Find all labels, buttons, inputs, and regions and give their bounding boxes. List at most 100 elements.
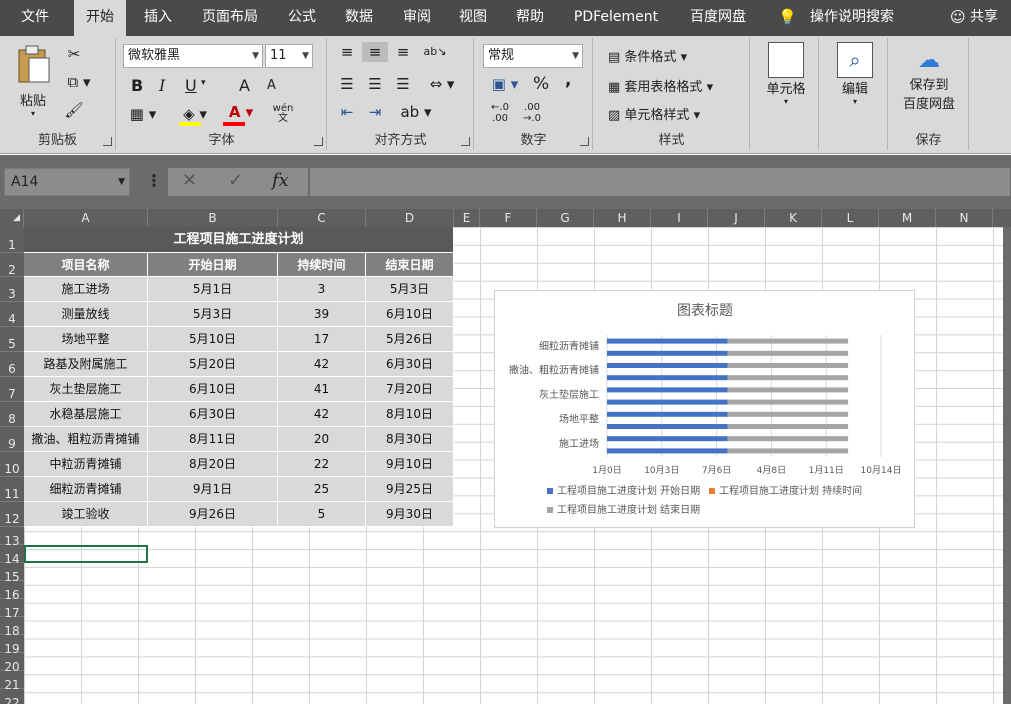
table-cell[interactable]: 场地平整: [24, 327, 148, 352]
table-cell[interactable]: 6月10日: [366, 302, 454, 327]
conditional-format-button[interactable]: ▤ 条件格式 ▾: [608, 46, 687, 65]
phonetic-guide-button[interactable]: wén 文: [267, 104, 299, 124]
underline-button[interactable]: U: [185, 76, 197, 95]
table-cell[interactable]: 9月1日: [148, 477, 278, 502]
row-header[interactable]: 15: [0, 563, 24, 584]
font-launcher-icon[interactable]: .: [314, 137, 323, 146]
row-header[interactable]: 11: [0, 477, 24, 502]
table-cell[interactable]: 6月10日: [148, 377, 278, 402]
column-header[interactable]: I: [651, 209, 708, 227]
align-center-icon[interactable]: ☰: [362, 74, 388, 94]
align-bottom-icon[interactable]: ≡: [390, 42, 416, 62]
vertical-scrollbar[interactable]: [1003, 227, 1011, 704]
table-cell[interactable]: 8月11日: [148, 427, 278, 452]
column-header[interactable]: L: [822, 209, 879, 227]
font-size-select[interactable]: 11 ▼: [265, 44, 313, 68]
copy-icon[interactable]: ⧉ ▾: [62, 72, 96, 92]
tab-3[interactable]: 页面布局: [192, 0, 268, 36]
table-cell[interactable]: 5月26日: [366, 327, 454, 352]
table-cell[interactable]: 6月30日: [148, 402, 278, 427]
table-cell[interactable]: 9月26日: [148, 502, 278, 527]
row-header[interactable]: 19: [0, 635, 24, 656]
table-cell[interactable]: 25: [278, 477, 366, 502]
font-color-icon[interactable]: A ▾: [221, 102, 261, 122]
select-all-corner[interactable]: ◢: [0, 209, 24, 227]
row-header[interactable]: 10: [0, 452, 24, 477]
row-header[interactable]: 7: [0, 377, 24, 402]
align-right-icon[interactable]: ☰: [390, 74, 416, 94]
format-painter-icon[interactable]: 🖌: [62, 100, 86, 120]
percent-button[interactable]: %: [533, 74, 549, 94]
enter-icon[interactable]: ✓: [228, 170, 243, 191]
currency-icon[interactable]: ▣ ▾: [485, 74, 525, 94]
orientation-icon[interactable]: ab↘: [422, 42, 448, 62]
row-header[interactable]: 12: [0, 502, 24, 527]
table-header-cell[interactable]: 项目名称: [24, 253, 148, 277]
tab-9[interactable]: PDFelement: [562, 0, 670, 36]
column-header[interactable]: B: [148, 209, 278, 227]
table-header-cell[interactable]: 持续时间: [278, 253, 366, 277]
tell-me-search[interactable]: 操作说明搜索: [810, 0, 894, 34]
column-header[interactable]: G: [537, 209, 594, 227]
share-button[interactable]: 共享: [970, 0, 998, 34]
table-cell[interactable]: 8月10日: [366, 402, 454, 427]
table-cell[interactable]: 3: [278, 277, 366, 302]
table-cell[interactable]: 水稳基层施工: [24, 402, 148, 427]
table-cell[interactable]: 路基及附属施工: [24, 352, 148, 377]
column-header[interactable]: A: [24, 209, 148, 227]
row-header[interactable]: 17: [0, 599, 24, 620]
row-header[interactable]: 2: [0, 253, 24, 277]
table-header-cell[interactable]: 开始日期: [148, 253, 278, 277]
cell-styles-button[interactable]: ▨ 单元格样式 ▾: [608, 104, 700, 123]
table-cell[interactable]: 细粒沥青摊铺: [24, 477, 148, 502]
row-header[interactable]: 14: [0, 545, 24, 566]
tab-1[interactable]: 开始: [74, 0, 126, 36]
table-cell[interactable]: 9月10日: [366, 452, 454, 477]
table-cell[interactable]: 中粒沥青摊铺: [24, 452, 148, 477]
column-header[interactable]: J: [708, 209, 765, 227]
decrease-decimal-icon[interactable]: .00 →.0: [517, 102, 547, 124]
chart[interactable]: 图表标题 1月0日 10月3日 7月6日 4月8日 1月11日 10月14日 施工进场 场地平整…: [494, 290, 915, 528]
tab-2[interactable]: 插入: [130, 0, 186, 36]
table-cell[interactable]: 5月1日: [148, 277, 278, 302]
column-header[interactable]: E: [454, 209, 480, 227]
column-header[interactable]: K: [765, 209, 822, 227]
table-cell[interactable]: 5: [278, 502, 366, 527]
table-cell[interactable]: 8月20日: [148, 452, 278, 477]
table-cell[interactable]: 竣工验收: [24, 502, 148, 527]
table-cell[interactable]: 5月20日: [148, 352, 278, 377]
text-direction-icon[interactable]: ab ▾: [398, 102, 434, 122]
row-header[interactable]: 9: [0, 427, 24, 452]
increase-indent-icon[interactable]: ⇥: [362, 102, 388, 122]
italic-button[interactable]: I: [159, 76, 165, 95]
table-cell[interactable]: 5月3日: [366, 277, 454, 302]
table-cell[interactable]: 42: [278, 402, 366, 427]
paste-button[interactable]: 粘贴 ▾: [10, 44, 56, 124]
align-left-icon[interactable]: ☰: [334, 74, 360, 94]
row-header[interactable]: 8: [0, 402, 24, 427]
borders-icon[interactable]: ▦ ▾: [125, 104, 161, 124]
grow-font-button[interactable]: A: [239, 76, 250, 95]
table-cell[interactable]: 撒油、粗粒沥青摊铺: [24, 427, 148, 452]
table-cell[interactable]: 测量放线: [24, 302, 148, 327]
bold-button[interactable]: B: [131, 76, 143, 95]
number-format-select[interactable]: 常规 ▼: [483, 44, 583, 68]
table-cell[interactable]: 6月30日: [366, 352, 454, 377]
table-cell[interactable]: 41: [278, 377, 366, 402]
table-cell[interactable]: 20: [278, 427, 366, 452]
tab-5[interactable]: 数据: [332, 0, 386, 36]
more-icon[interactable]: ⋮: [146, 171, 162, 190]
format-as-table-button[interactable]: ▦ 套用表格格式 ▾: [608, 76, 713, 95]
tab-6[interactable]: 审阅: [390, 0, 444, 36]
row-header[interactable]: 1: [0, 227, 24, 253]
column-header[interactable]: H: [594, 209, 651, 227]
cells-button[interactable]: 单元格 ▾: [759, 42, 813, 106]
decrease-indent-icon[interactable]: ⇤: [334, 102, 360, 122]
table-header-cell[interactable]: 结束日期: [366, 253, 454, 277]
column-header[interactable]: M: [879, 209, 936, 227]
alignment-launcher-icon[interactable]: .: [461, 137, 470, 146]
cancel-icon[interactable]: ✕: [182, 170, 197, 191]
cut-icon[interactable]: ✂: [62, 44, 86, 64]
tab-4[interactable]: 公式: [274, 0, 330, 36]
table-cell[interactable]: 5月10日: [148, 327, 278, 352]
